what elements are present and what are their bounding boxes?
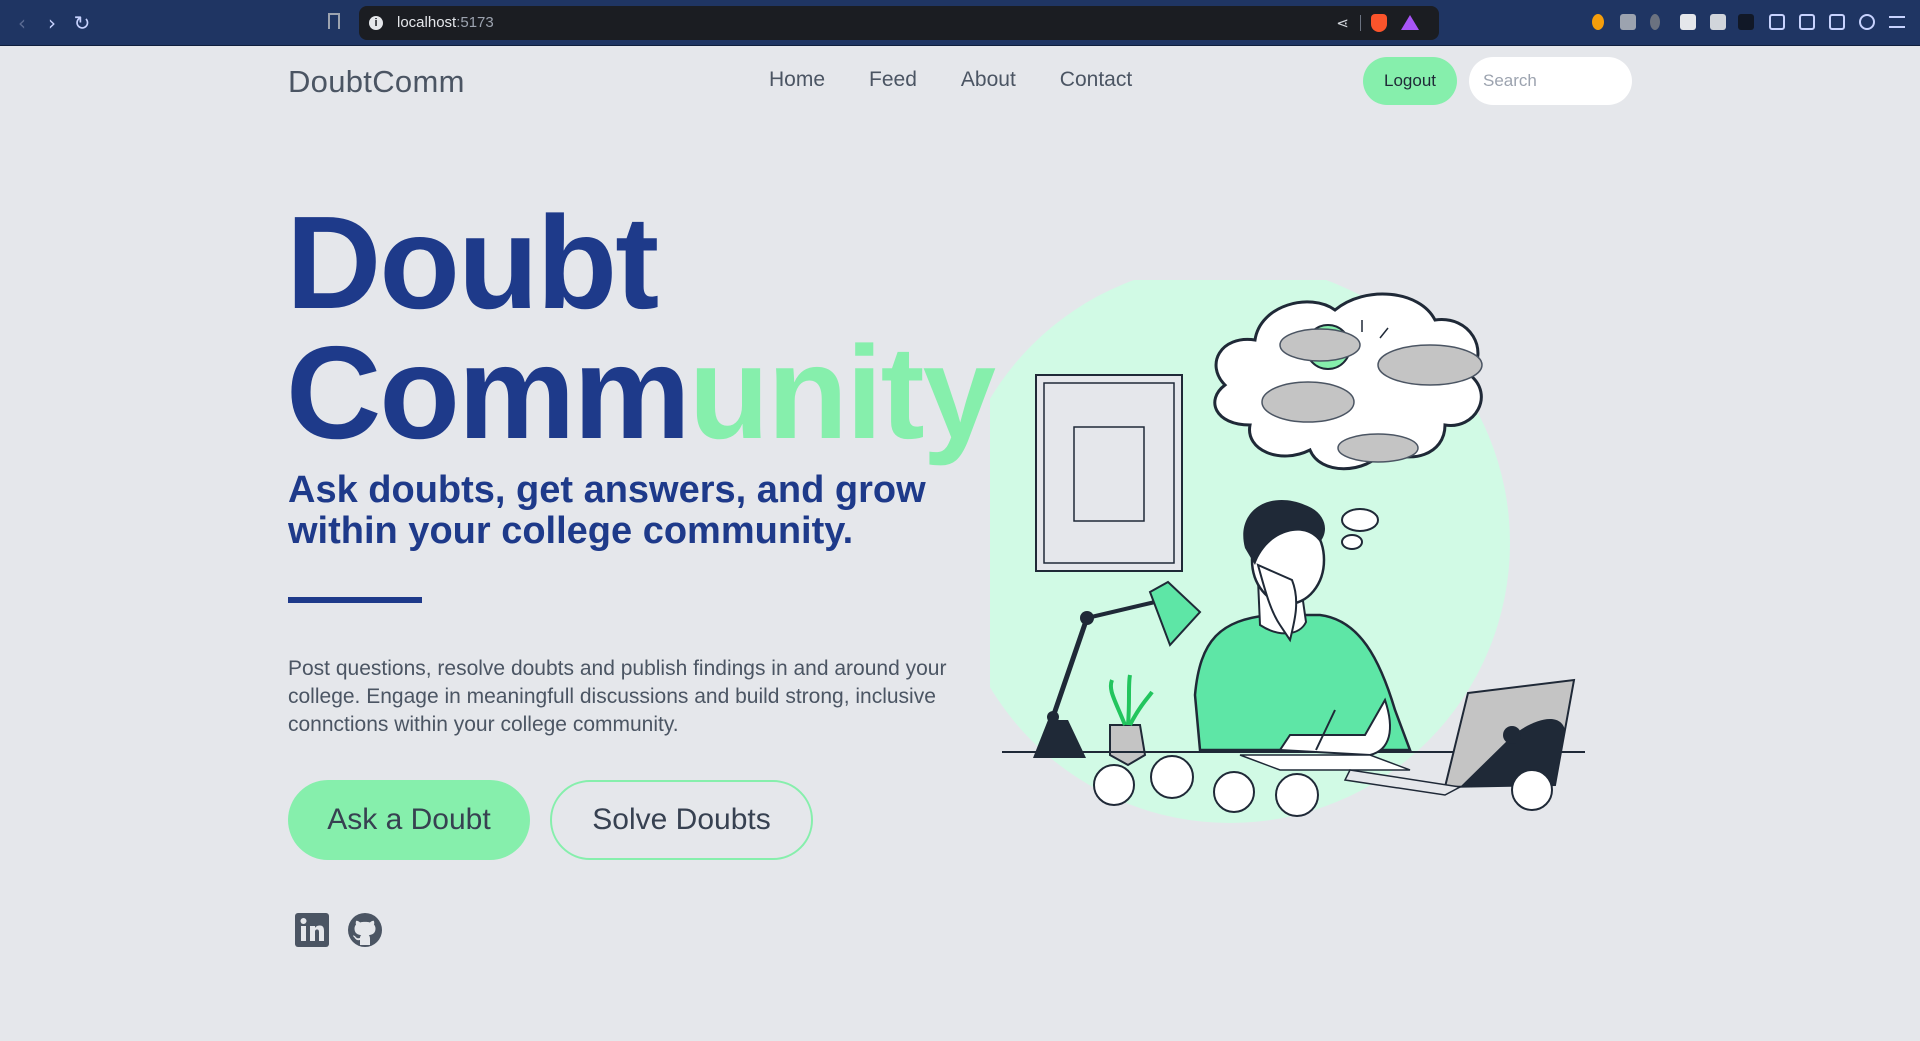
- site-header: DoubtComm Home Feed About Contact Logout: [0, 46, 1920, 116]
- brand-logo[interactable]: DoubtComm: [288, 64, 465, 100]
- extension-icon[interactable]: [1680, 14, 1696, 30]
- wallet-icon[interactable]: [1829, 14, 1845, 30]
- accent-divider: [288, 597, 422, 603]
- puzzle-icon[interactable]: [1769, 14, 1785, 30]
- hero-title-accent: unity: [688, 319, 996, 466]
- url-text[interactable]: localhost:5173: [397, 14, 494, 31]
- menu-icon[interactable]: [1889, 16, 1905, 28]
- extension-icon[interactable]: [1738, 14, 1754, 30]
- share-icon[interactable]: ⋖: [1336, 14, 1349, 32]
- thinking-student-illustration: [990, 280, 1585, 823]
- github-icon[interactable]: [347, 912, 383, 948]
- extension-icon[interactable]: [1620, 14, 1636, 30]
- hero-title-line1: Doubt: [286, 189, 659, 336]
- back-icon[interactable]: ‹: [10, 11, 34, 35]
- forward-icon[interactable]: ›: [40, 11, 64, 35]
- address-bar[interactable]: i localhost:5173 ⋖: [359, 6, 1439, 40]
- site-info-icon[interactable]: i: [369, 16, 383, 30]
- nav-contact[interactable]: Contact: [1060, 68, 1132, 92]
- sidebar-icon[interactable]: [1799, 14, 1815, 30]
- brave-rewards-icon[interactable]: [1401, 15, 1419, 30]
- search-input[interactable]: [1469, 57, 1632, 105]
- bookmark-icon[interactable]: [328, 13, 340, 29]
- hero-description: Post questions, resolve doubts and publi…: [288, 657, 947, 736]
- extension-icon[interactable]: [1592, 14, 1604, 30]
- reload-icon[interactable]: ↻: [70, 11, 94, 35]
- divider: [1360, 15, 1361, 31]
- hero-tagline: Ask doubts, get answers, and grow within…: [288, 469, 926, 552]
- ask-doubt-button[interactable]: Ask a Doubt: [288, 780, 530, 860]
- extension-icon[interactable]: [1650, 14, 1660, 30]
- logout-button[interactable]: Logout: [1363, 57, 1457, 105]
- nav-about[interactable]: About: [961, 68, 1016, 92]
- picture-frame: [1035, 374, 1183, 572]
- hero-title-line2: Comm: [286, 319, 691, 466]
- browser-toolbar: ‹ › ↻ i localhost:5173 ⋖: [0, 0, 1920, 46]
- hero-title: Doubt Community: [286, 197, 996, 459]
- brave-shield-icon[interactable]: [1371, 14, 1387, 32]
- solve-doubts-button[interactable]: Solve Doubts: [550, 780, 813, 860]
- nav-feed[interactable]: Feed: [869, 68, 917, 92]
- ai-sparkle-icon[interactable]: [1859, 14, 1875, 30]
- main-nav: Home Feed About Contact: [769, 68, 1132, 92]
- nav-home[interactable]: Home: [769, 68, 825, 92]
- extension-icon[interactable]: [1710, 14, 1726, 30]
- linkedin-icon[interactable]: [294, 912, 330, 948]
